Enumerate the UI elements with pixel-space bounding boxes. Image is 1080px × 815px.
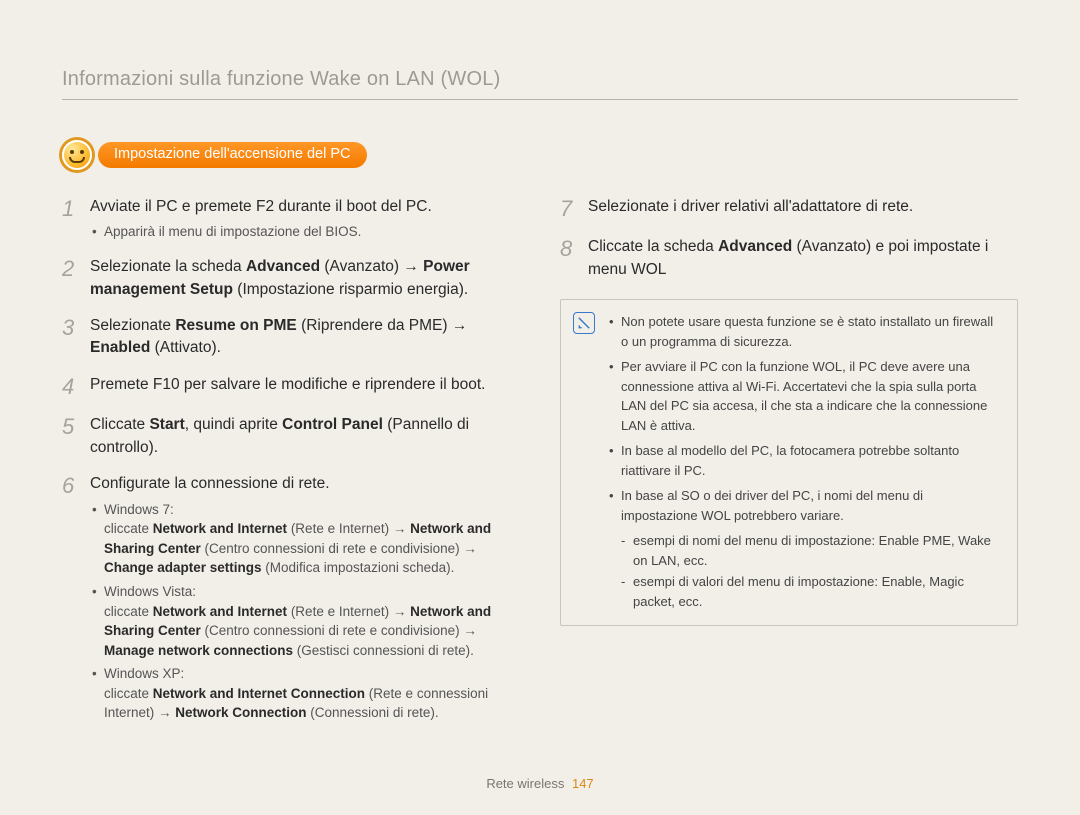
step-number: 7	[560, 196, 578, 222]
b: Control Panel	[282, 416, 383, 433]
step-text: Configurate la connessione di rete.	[90, 473, 520, 495]
t: , quindi aprite	[185, 416, 282, 433]
note-sub: esempi di nomi del menu di impostazione:…	[609, 531, 1001, 570]
b: Manage network connections	[104, 643, 293, 658]
t: (Gestisci connessioni di rete).	[293, 643, 474, 658]
step-text: Selezionate Resume on PME (Riprendere da…	[90, 315, 520, 360]
t: Cliccate	[90, 416, 149, 433]
step-4: 4 Premete F10 per salvare le modifiche e…	[62, 374, 520, 400]
step-number: 5	[62, 414, 80, 459]
step-sub-win7: Windows 7: cliccate Network and Internet…	[90, 500, 520, 578]
t: Cliccate la scheda	[588, 238, 718, 255]
left-column: 1 Avviate il PC e premete F2 durante il …	[62, 196, 520, 737]
t: (Impostazione risparmio energia).	[233, 281, 468, 298]
step-text: Cliccate la scheda Advanced (Avanzato) e…	[588, 236, 1018, 281]
step-sub-winvista: Windows Vista: cliccate Network and Inte…	[90, 582, 520, 660]
note-box: Non potete usare questa funzione se è st…	[560, 299, 1018, 626]
t: (Connessioni di rete).	[307, 705, 439, 720]
t: (Avanzato) →	[320, 258, 423, 275]
smiley-icon	[62, 140, 92, 170]
step-7: 7 Selezionate i driver relativi all'adat…	[560, 196, 1018, 222]
t: cliccate	[104, 604, 153, 619]
step-number: 6	[62, 473, 80, 723]
step-number: 2	[62, 256, 80, 301]
t: (Riprendere da PME) →	[297, 317, 468, 334]
t: Selezionate	[90, 317, 175, 334]
b: Enabled	[90, 339, 150, 356]
b: Advanced	[246, 258, 320, 275]
note-item: Per avviare il PC con la funzione WOL, i…	[609, 357, 1001, 435]
t: (Rete e Internet) →	[287, 604, 406, 619]
section-heading-row: Impostazione dell'accensione del PC	[62, 140, 1018, 170]
t: Windows Vista:	[104, 584, 196, 599]
note-icon	[573, 312, 595, 334]
t: Windows 7:	[104, 502, 174, 517]
t: (Attivato).	[150, 339, 221, 356]
note-item: Non potete usare questa funzione se è st…	[609, 312, 1001, 351]
step-sub: Apparirà il menu di impostazione del BIO…	[90, 222, 432, 242]
b: Network Connection	[175, 705, 306, 720]
t: Windows XP:	[104, 666, 184, 681]
rule	[62, 99, 1018, 100]
page-title: Informazioni sulla funzione Wake on LAN …	[62, 68, 1018, 91]
t: cliccate	[104, 686, 153, 701]
note-sub: esempi di valori del menu di impostazion…	[609, 572, 1001, 611]
note-item: In base al SO o dei driver del PC, i nom…	[609, 486, 1001, 525]
b: Resume on PME	[175, 317, 296, 334]
right-column: 7 Selezionate i driver relativi all'adat…	[560, 196, 1018, 737]
b: Start	[149, 416, 184, 433]
step-8: 8 Cliccate la scheda Advanced (Avanzato)…	[560, 236, 1018, 281]
step-number: 8	[560, 236, 578, 281]
note-item: In base al modello del PC, la fotocamera…	[609, 441, 1001, 480]
step-text: Cliccate Start, quindi aprite Control Pa…	[90, 414, 520, 459]
columns: 1 Avviate il PC e premete F2 durante il …	[62, 196, 1018, 737]
t: (Centro connessioni di rete e condivisio…	[201, 541, 477, 556]
step-1: 1 Avviate il PC e premete F2 durante il …	[62, 196, 520, 242]
step-text: Premete F10 per salvare le modifiche e r…	[90, 374, 485, 400]
b: Network and Internet Connection	[153, 686, 365, 701]
step-6: 6 Configurate la connessione di rete. Wi…	[62, 473, 520, 723]
step-sub-winxp: Windows XP: cliccate Network and Interne…	[90, 664, 520, 723]
step-text: Selezionate la scheda Advanced (Avanzato…	[90, 256, 520, 301]
step-3: 3 Selezionate Resume on PME (Riprendere …	[62, 315, 520, 360]
step-number: 1	[62, 196, 80, 242]
t: cliccate	[104, 521, 153, 536]
section-capsule: Impostazione dell'accensione del PC	[98, 142, 367, 168]
step-2: 2 Selezionate la scheda Advanced (Avanza…	[62, 256, 520, 301]
footer-page: 147	[572, 776, 594, 791]
t: (Modifica impostazioni scheda).	[262, 560, 455, 575]
t: (Centro connessioni di rete e condivisio…	[201, 623, 477, 638]
footer: Rete wireless 147	[0, 776, 1080, 791]
t: Selezionate la scheda	[90, 258, 246, 275]
step-text: Selezionate i driver relativi all'adatta…	[588, 196, 913, 222]
b: Network and Internet	[153, 521, 287, 536]
step-5: 5 Cliccate Start, quindi aprite Control …	[62, 414, 520, 459]
t: (Rete e Internet) →	[287, 521, 406, 536]
footer-section: Rete wireless	[486, 776, 564, 791]
b: Network and Internet	[153, 604, 287, 619]
step-number: 3	[62, 315, 80, 360]
b: Advanced	[718, 238, 792, 255]
b: Change adapter settings	[104, 560, 262, 575]
step-number: 4	[62, 374, 80, 400]
step-text: Avviate il PC e premete F2 durante il bo…	[90, 196, 432, 218]
